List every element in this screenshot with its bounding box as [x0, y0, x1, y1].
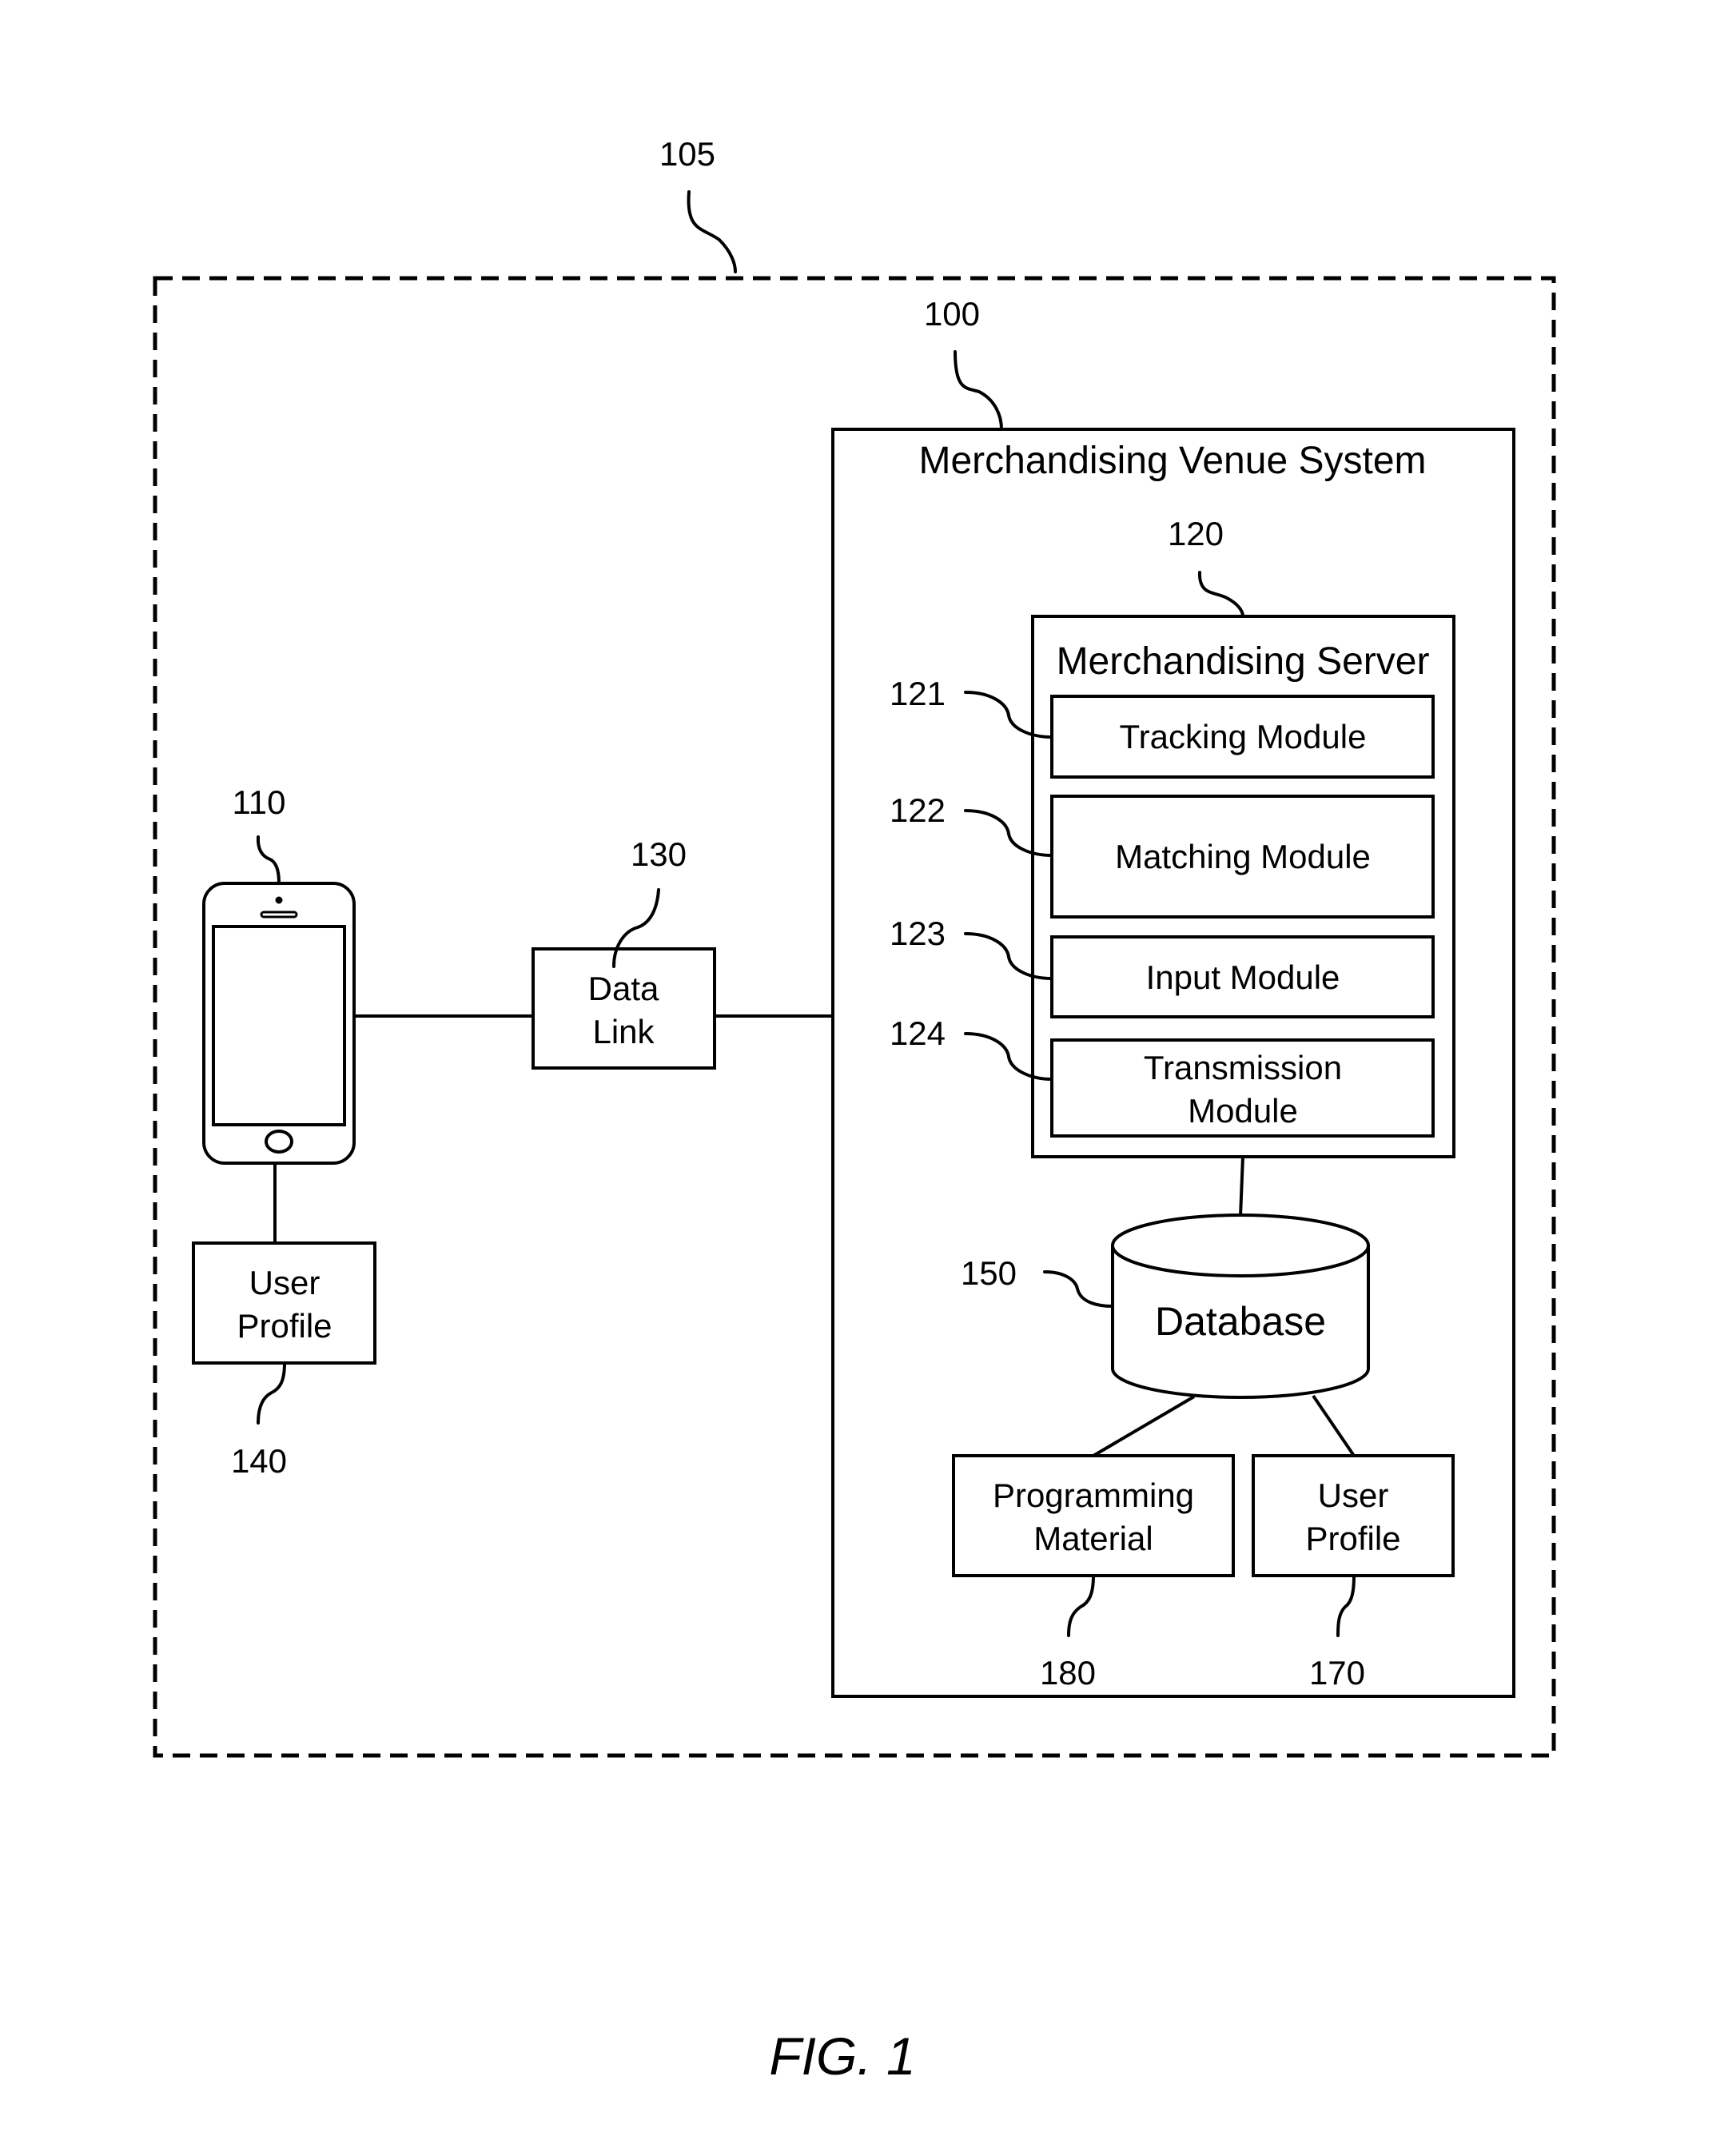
programming-material-box: [952, 1454, 1235, 1577]
ref-130: 130: [631, 835, 687, 873]
server-user-profile-box: [1252, 1454, 1455, 1577]
leader-100: [954, 350, 1003, 431]
leader-140: [257, 1361, 286, 1425]
ref-150: 150: [961, 1254, 1017, 1292]
phone-screen: [212, 925, 346, 1126]
leader-105: [687, 190, 737, 273]
system-title: Merchandising Venue System: [918, 440, 1426, 482]
phone-speaker: [260, 911, 298, 919]
ref-105: 105: [659, 135, 715, 173]
transmission-module-label-line1: Transmission: [1144, 1049, 1342, 1086]
device-user-profile-line2: Profile: [237, 1307, 332, 1345]
matching-module-label: Matching Module: [1115, 838, 1371, 875]
ref-122: 122: [890, 791, 946, 829]
data-link-line2: Link: [592, 1013, 655, 1050]
ref-170: 170: [1309, 1654, 1365, 1692]
server-title: Merchandising Server: [1057, 640, 1430, 683]
patent-figure: 105 Merchandising Venue System 100 Merch…: [153, 135, 1556, 2086]
ref-124: 124: [890, 1014, 946, 1052]
ref-123: 123: [890, 915, 946, 952]
ref-180: 180: [1040, 1654, 1096, 1692]
phone-home-button: [265, 1130, 293, 1154]
ref-100: 100: [924, 295, 980, 333]
database-top: [1111, 1213, 1370, 1277]
ref-121: 121: [890, 675, 946, 712]
server-user-profile-line1: User: [1318, 1477, 1389, 1514]
programming-material-line2: Material: [1033, 1520, 1153, 1557]
phone-camera: [275, 896, 283, 904]
device-user-profile-box: [192, 1241, 376, 1365]
figure-caption: FIG. 1: [769, 2026, 915, 2086]
device-user-profile-line1: User: [249, 1264, 321, 1301]
ref-120: 120: [1168, 515, 1224, 552]
ref-110: 110: [233, 783, 286, 821]
transmission-module-label-line2: Module: [1188, 1092, 1298, 1130]
database-label: Database: [1155, 1299, 1326, 1344]
server-user-profile-line2: Profile: [1305, 1520, 1400, 1557]
programming-material-line1: Programming: [993, 1477, 1194, 1514]
tracking-module-label: Tracking Module: [1120, 718, 1367, 755]
input-module-label: Input Module: [1146, 958, 1340, 996]
ref-140: 140: [231, 1442, 287, 1480]
smartphone-icon: [202, 882, 356, 1165]
data-link-line1: Data: [588, 970, 659, 1007]
leader-110: [256, 835, 281, 885]
